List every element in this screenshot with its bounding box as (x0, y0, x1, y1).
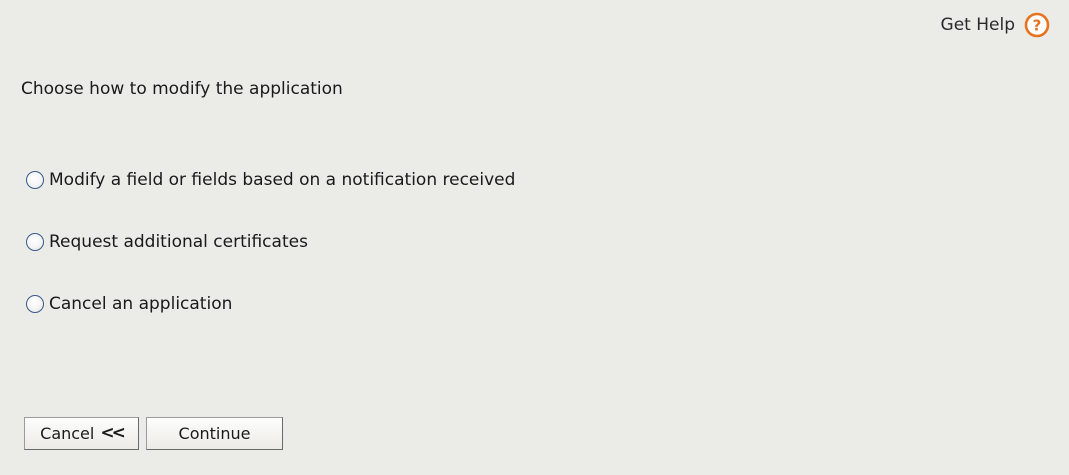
get-help-label: Get Help (940, 15, 1015, 35)
option-request-certificates[interactable]: Request additional certificates (26, 229, 515, 255)
option-label: Modify a field or fields based on a noti… (49, 170, 516, 190)
option-modify-fields[interactable]: Modify a field or fields based on a noti… (26, 167, 515, 193)
continue-button[interactable]: Continue (146, 417, 283, 450)
request-certificates-radio[interactable] (26, 233, 44, 251)
svg-text:?: ? (1033, 17, 1042, 35)
action-buttons: Cancel << Continue (24, 417, 283, 450)
get-help-link[interactable]: Get Help ? (941, 12, 1050, 38)
modify-fields-radio[interactable] (26, 171, 44, 189)
option-label: Request additional certificates (49, 232, 308, 252)
help-circle-icon[interactable]: ? (1024, 12, 1050, 38)
page-prompt: Choose how to modify the application (21, 79, 343, 99)
cancel-button[interactable]: Cancel << (24, 417, 139, 450)
cancel-button-label: Cancel (40, 424, 95, 443)
cancel-application-radio[interactable] (26, 295, 44, 313)
double-chevron-left-icon: << (100, 423, 125, 443)
option-label: Cancel an application (49, 294, 233, 314)
option-cancel-application[interactable]: Cancel an application (26, 291, 515, 317)
modification-options: Modify a field or fields based on a noti… (26, 167, 515, 353)
